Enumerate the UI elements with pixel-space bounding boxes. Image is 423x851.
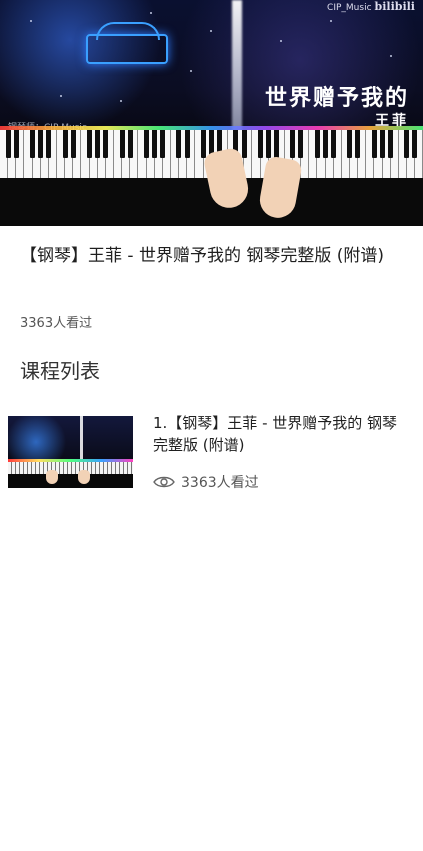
lesson-view-row: 3363人看过 <box>153 472 259 492</box>
black-key <box>5 130 11 158</box>
thumbnail-left-hand <box>46 470 58 484</box>
black-key <box>103 130 109 158</box>
star <box>150 12 152 14</box>
black-key <box>412 130 418 158</box>
thumbnail-light-beam <box>80 416 83 462</box>
black-key <box>347 130 353 158</box>
bilibili-watermark: CIP_Music bilibili <box>327 0 415 13</box>
black-key <box>119 130 125 158</box>
black-key <box>86 130 92 158</box>
lesson-list-item[interactable]: 1.【钢琴】王菲 - 世界赠予我的 钢琴完整版 (附谱) 3363人看过 <box>8 410 413 494</box>
black-key <box>274 130 280 158</box>
black-key <box>290 130 296 158</box>
star <box>120 100 122 102</box>
thumbnail-background <box>8 416 133 462</box>
black-key <box>143 130 149 158</box>
section-title-course-list: 课程列表 <box>20 359 100 383</box>
video-player[interactable]: CIP_Musicbilibili 世界赠予我的 王菲 钢琴师：CIP Musi… <box>0 0 423 226</box>
black-key <box>160 130 166 158</box>
black-key <box>314 130 320 158</box>
course-title: 【钢琴】王菲 - 世界赠予我的 钢琴完整版 (附谱) <box>20 246 385 266</box>
black-key <box>322 130 328 158</box>
star <box>60 95 62 97</box>
star <box>280 40 282 42</box>
star <box>190 70 192 72</box>
black-key <box>95 130 101 158</box>
video-song-title: 世界赠予我的 <box>264 85 409 111</box>
black-key <box>38 130 44 158</box>
watermark-channel: CIP_Music <box>327 3 372 13</box>
black-key <box>241 130 247 158</box>
star <box>30 20 32 22</box>
black-key <box>257 130 263 158</box>
black-key <box>404 130 410 158</box>
black-key <box>371 130 377 158</box>
thumbnail-floor <box>8 474 133 488</box>
lesson-view-count: 3363人看过 <box>181 475 259 491</box>
bilibili-logo: bilibili <box>374 0 415 13</box>
thumbnail-right-hand <box>78 470 90 484</box>
black-key <box>387 130 393 158</box>
black-key <box>62 130 68 158</box>
black-key <box>379 130 385 158</box>
star <box>330 20 332 22</box>
black-key <box>200 130 206 158</box>
black-key <box>152 130 158 158</box>
black-key <box>70 130 76 158</box>
black-key <box>13 130 19 158</box>
lesson-title: 1.【钢琴】王菲 - 世界赠予我的 钢琴完整版 (附谱) <box>153 414 398 454</box>
black-key <box>331 130 337 158</box>
black-key <box>265 130 271 158</box>
course-view-count: 3363人看过 <box>20 316 93 331</box>
black-key <box>184 130 190 158</box>
star <box>210 30 212 32</box>
black-key <box>355 130 361 158</box>
black-key <box>127 130 133 158</box>
black-key <box>176 130 182 158</box>
lesson-thumbnail <box>8 416 133 488</box>
black-key <box>298 130 304 158</box>
glowing-logo-icon <box>86 22 168 64</box>
thumbnail-piano-keys <box>8 462 133 474</box>
black-key <box>30 130 36 158</box>
eye-icon <box>153 476 175 488</box>
star <box>390 55 392 57</box>
black-key <box>46 130 52 158</box>
